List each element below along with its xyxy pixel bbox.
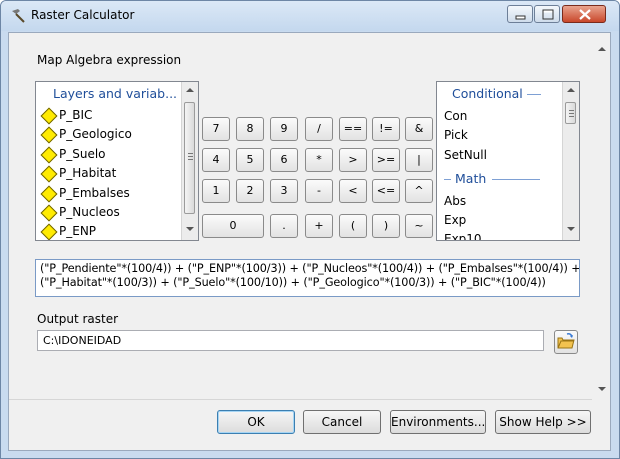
key-not-equal[interactable]: != (372, 117, 400, 141)
raster-layer-icon (40, 204, 58, 222)
window-title: Raster Calculator (31, 8, 135, 22)
expression-textarea[interactable]: ("P_Pendiente"*(100/4)) + ("P_ENP"*(100/… (35, 259, 580, 297)
list-item[interactable]: Abs (444, 194, 466, 208)
raster-layer-icon (40, 165, 58, 183)
key-0[interactable]: 0 (202, 214, 264, 238)
raster-layer-icon (40, 146, 58, 164)
scroll-thumb[interactable] (184, 102, 195, 214)
key-4[interactable]: 4 (202, 148, 230, 172)
title-bar[interactable]: Raster Calculator (1, 1, 619, 31)
key-xor[interactable]: ^ (405, 179, 433, 203)
conditional-header: Conditional (452, 86, 523, 101)
key-6[interactable]: 6 (270, 148, 298, 172)
minimize-button[interactable] (507, 5, 533, 23)
environments-button[interactable]: Environments... (390, 410, 486, 434)
key-close-paren[interactable]: ) (372, 214, 400, 238)
list-item[interactable]: Exp (444, 213, 466, 227)
key-greater[interactable]: > (339, 148, 367, 172)
key-equal[interactable]: == (339, 117, 367, 141)
key-not[interactable]: ~ (405, 214, 433, 238)
list-item[interactable]: Con (444, 109, 467, 123)
scroll-down-icon[interactable] (186, 227, 194, 231)
scroll-up-icon[interactable] (186, 88, 194, 92)
key-7[interactable]: 7 (202, 117, 230, 141)
key-multiply[interactable]: * (305, 148, 333, 172)
layers-scrollbar[interactable] (181, 82, 198, 240)
browse-button[interactable] (554, 330, 578, 354)
key-greater-equal[interactable]: >= (372, 148, 400, 172)
maximize-icon (542, 9, 554, 20)
folder-icon (557, 333, 575, 349)
key-5[interactable]: 5 (236, 148, 264, 172)
output-raster-label: Output raster (37, 312, 119, 326)
scroll-up-icon[interactable] (598, 47, 606, 51)
raster-calculator-window: Raster Calculator Map Algebra expression… (0, 0, 620, 459)
key-8[interactable]: 8 (236, 117, 264, 141)
minimize-icon (515, 15, 526, 20)
key-decimal[interactable]: . (270, 214, 298, 238)
key-3[interactable]: 3 (270, 179, 298, 203)
dialog-scrollbar[interactable] (593, 33, 610, 430)
key-2[interactable]: 2 (236, 179, 264, 203)
functions-list[interactable]: Conditional Con Pick SetNull Math Abs Ex… (436, 81, 580, 241)
ok-button[interactable]: OK (217, 410, 295, 434)
list-item[interactable]: Exp10 (444, 232, 482, 240)
key-9[interactable]: 9 (270, 117, 298, 141)
key-minus[interactable]: - (305, 179, 333, 203)
key-less[interactable]: < (339, 179, 367, 203)
key-open-paren[interactable]: ( (339, 214, 367, 238)
expression-line-1: ("P_Pendiente"*(100/4)) + ("P_ENP"*(100/… (40, 262, 580, 275)
expression-line-2: ("P_Habitat"*(100/3)) + ("P_Suelo"*(100/… (40, 276, 546, 289)
raster-layer-icon (40, 185, 58, 203)
functions-scrollbar[interactable] (562, 82, 579, 240)
dialog-body: Map Algebra expression Layers and variab… (8, 32, 611, 451)
expression-label: Map Algebra expression (37, 53, 182, 67)
scroll-down-icon[interactable] (567, 227, 575, 231)
layers-list[interactable]: Layers and variab... P_BIC P_Geologico P… (35, 81, 199, 241)
layers-header: Layers and variab... (53, 86, 178, 101)
key-or[interactable]: | (405, 148, 433, 172)
close-icon (579, 9, 591, 20)
close-button[interactable] (562, 5, 606, 23)
key-divide[interactable]: / (305, 117, 333, 141)
key-less-equal[interactable]: <= (372, 179, 400, 203)
raster-layer-icon (40, 223, 58, 240)
key-plus[interactable]: + (305, 214, 333, 238)
output-raster-input[interactable] (37, 330, 544, 351)
scroll-up-icon[interactable] (567, 88, 575, 92)
maximize-button[interactable] (534, 5, 560, 23)
hammer-icon (9, 8, 27, 24)
key-and[interactable]: & (405, 117, 433, 141)
raster-layer-icon (40, 107, 58, 125)
cancel-button[interactable]: Cancel (303, 410, 381, 434)
scroll-thumb[interactable] (565, 102, 576, 124)
list-item[interactable]: Pick (444, 128, 468, 142)
list-item[interactable]: SetNull (444, 148, 487, 162)
show-help-button[interactable]: Show Help >> (495, 410, 591, 434)
key-1[interactable]: 1 (202, 179, 230, 203)
scroll-down-icon[interactable] (598, 387, 606, 391)
math-header: Math (455, 171, 487, 186)
raster-layer-icon (40, 126, 58, 144)
